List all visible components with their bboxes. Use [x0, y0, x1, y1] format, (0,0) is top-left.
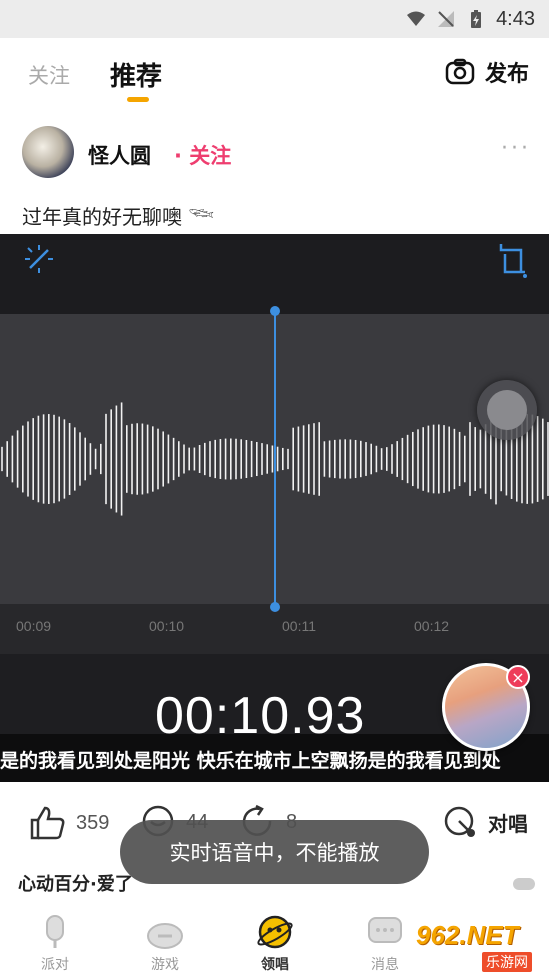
duet-button[interactable]: 对唱 [442, 804, 528, 840]
comment-preview[interactable]: 心动百分·爱了 [18, 870, 133, 896]
assistive-touch-button[interactable] [477, 380, 537, 440]
follow-button[interactable]: · 关注 [174, 140, 231, 170]
wifi-icon [407, 11, 426, 26]
post-text: 过年真的好无聊噢 𓆝 [22, 205, 215, 229]
playhead-bottom-handle[interactable] [270, 602, 280, 612]
site-watermark: 962.NET 乐游网 [410, 918, 545, 972]
status-time: 4:43 [496, 7, 535, 30]
thumbs-up-icon [30, 806, 65, 840]
message-icon [368, 917, 402, 943]
like-button[interactable]: 359 [28, 804, 109, 842]
author-name[interactable]: 怪人圆 [88, 140, 151, 170]
microphone-icon [46, 915, 64, 948]
battery-charging-icon [471, 10, 482, 28]
assistive-touch-inner [487, 390, 527, 430]
planet-icon [257, 915, 293, 949]
tab-recommend[interactable]: 推荐 [110, 56, 162, 93]
status-bar: 4:43 [0, 0, 549, 38]
nav-party[interactable]: 派对 [15, 912, 95, 974]
close-icon[interactable]: × [506, 665, 530, 689]
lyric-text: 是的我看见到处是阳光 快乐在城市上空飘扬是的我看见到处 [0, 750, 501, 772]
duet-label: 对唱 [488, 811, 528, 836]
watermark-main: 962.NET [416, 920, 519, 950]
nav-label: 派对 [41, 957, 69, 973]
playhead-top-handle[interactable] [270, 306, 280, 316]
nav-label: 领唱 [261, 957, 289, 973]
playhead-line[interactable] [274, 310, 276, 606]
publish-button[interactable]: 发布 [445, 56, 529, 88]
top-header: 关注 推荐 发布 [0, 38, 549, 108]
time-tick: 00:11 [282, 618, 316, 634]
duet-icon [444, 806, 475, 837]
comment-badge [513, 878, 535, 890]
like-count: 359 [76, 811, 110, 834]
nav-lead-sing[interactable]: 领唱 [235, 912, 315, 974]
author-avatar[interactable] [22, 126, 74, 178]
watermark-sub: 乐游网 [482, 952, 532, 972]
post-author-row: 怪人圆 · 关注 ··· [0, 122, 549, 182]
more-options-button[interactable]: ··· [501, 136, 531, 161]
no-signal-icon [438, 11, 455, 27]
camera-icon [445, 58, 475, 85]
time-tick: 00:10 [149, 618, 185, 634]
publish-label: 发布 [484, 62, 529, 87]
toast-message: 实时语音中，不能播放 [120, 820, 429, 884]
time-tick: 00:12 [414, 618, 450, 634]
time-tick: 00:09 [16, 618, 52, 634]
tab-follow[interactable]: 关注 [28, 60, 70, 90]
game-icon [147, 923, 183, 949]
nav-label: 游戏 [151, 957, 179, 973]
active-tab-indicator [127, 97, 149, 102]
nav-games[interactable]: 游戏 [125, 912, 205, 974]
